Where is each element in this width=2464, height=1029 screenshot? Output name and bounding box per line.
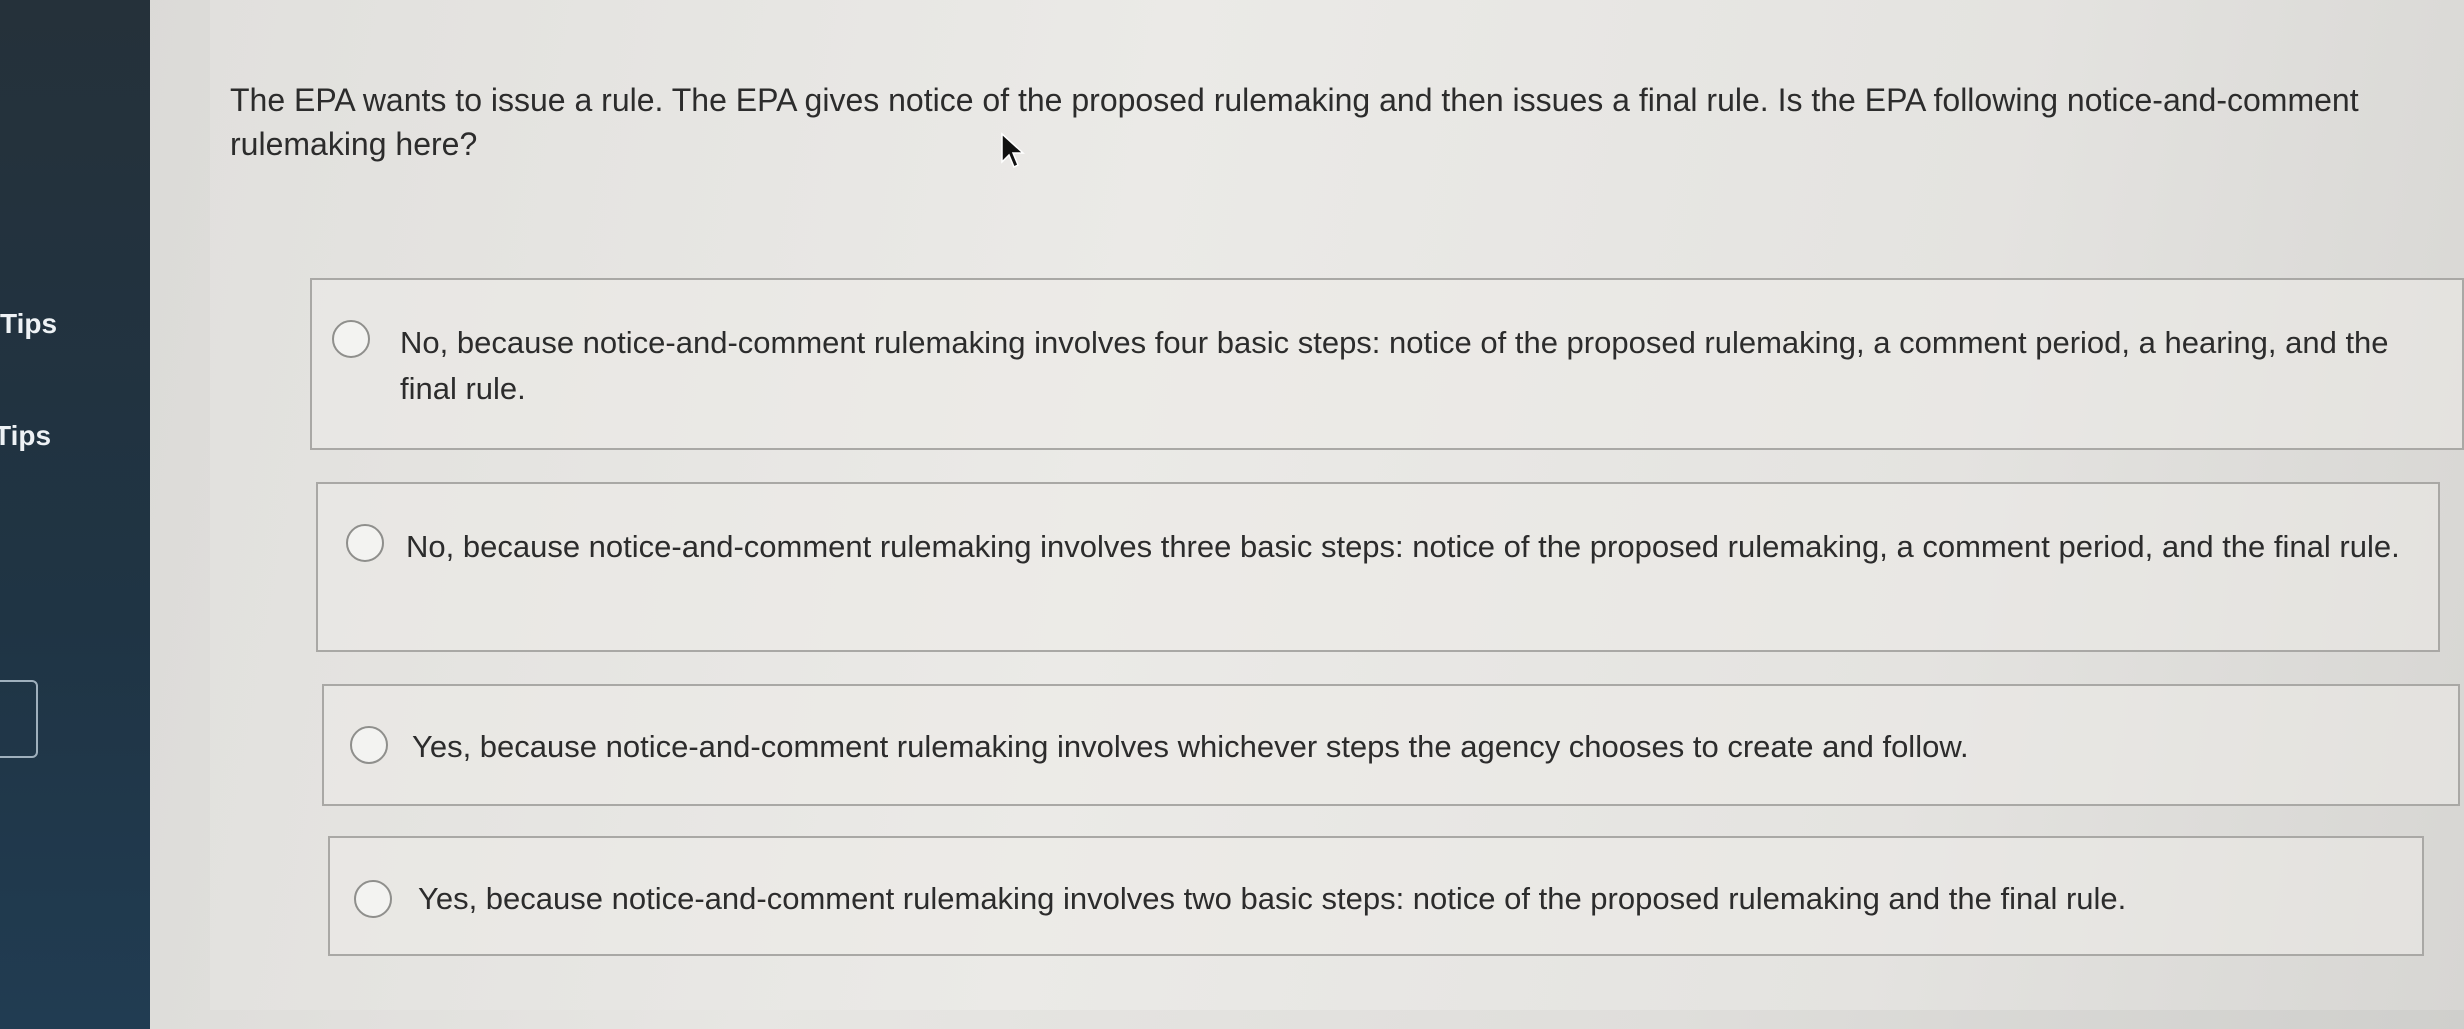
answer-option-1[interactable]: No, because notice-and-comment rulemakin… bbox=[310, 278, 2464, 450]
left-sidebar: Tips Tips bbox=[0, 0, 150, 1029]
question-text: The EPA wants to issue a rule. The EPA g… bbox=[230, 82, 2359, 162]
answer-option-label: No, because notice-and-comment rulemakin… bbox=[406, 529, 2400, 564]
radio-button-4[interactable] bbox=[354, 880, 392, 918]
sidebar-button[interactable] bbox=[0, 680, 38, 758]
sidebar-tab-tips[interactable]: Tips bbox=[0, 308, 57, 340]
radio-button-2[interactable] bbox=[346, 524, 384, 562]
radio-button-1[interactable] bbox=[332, 320, 370, 358]
answer-option-label: No, because notice-and-comment rulemakin… bbox=[400, 325, 2389, 406]
answer-option-label: Yes, because notice-and-comment rulemaki… bbox=[412, 729, 1969, 764]
answer-option-4[interactable]: Yes, because notice-and-comment rulemaki… bbox=[328, 836, 2424, 956]
answer-option-2[interactable]: No, because notice-and-comment rulemakin… bbox=[316, 482, 2440, 652]
answer-option-label: Yes, because notice-and-comment rulemaki… bbox=[418, 881, 2127, 916]
mouse-cursor-icon bbox=[1001, 132, 1025, 169]
sidebar-tab-tips-2[interactable]: Tips bbox=[0, 420, 51, 452]
radio-button-3[interactable] bbox=[350, 726, 388, 764]
answer-option-3[interactable]: Yes, because notice-and-comment rulemaki… bbox=[322, 684, 2460, 806]
